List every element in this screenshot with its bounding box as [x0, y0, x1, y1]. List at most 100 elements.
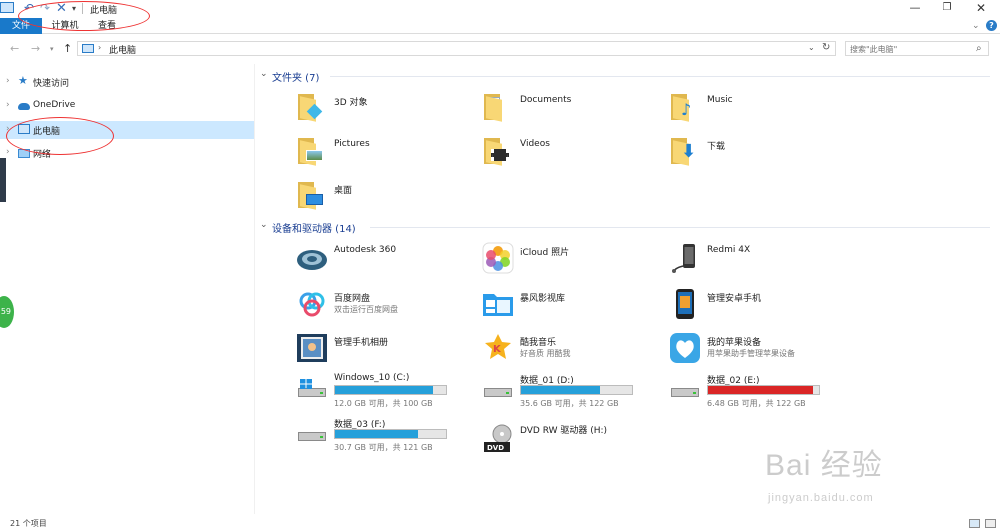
sidebar-item-label: 快速访问	[33, 79, 70, 89]
address-dropdown-icon[interactable]: ⌄	[808, 43, 815, 52]
3d-objects-folder-icon	[296, 94, 326, 122]
item-label: 酷我音乐	[520, 338, 557, 348]
baofeng-video-icon	[483, 294, 513, 316]
drive-usage-bar	[520, 385, 633, 395]
search-input[interactable]	[850, 43, 970, 55]
device-baofeng-video[interactable]: 暴风影视库	[482, 284, 662, 324]
item-label: iCloud 照片	[520, 248, 570, 258]
forward-button[interactable]: →	[31, 42, 40, 55]
item-label: Documents	[520, 95, 572, 105]
group-title: 设备和驱动器 (14)	[272, 224, 356, 235]
device-phone-album[interactable]: 管理手机相册	[296, 328, 476, 368]
svg-text:K: K	[493, 344, 502, 355]
kuwo-music-icon: K	[485, 334, 511, 359]
computer-icon	[82, 44, 94, 53]
drive-f[interactable]: 数据_03 (F:) 30.7 GB 可用，共 121 GB	[296, 414, 486, 454]
chevron-down-icon[interactable]: ⌄	[260, 69, 268, 79]
star-icon: ★	[18, 74, 28, 87]
drive-label: DVD RW 驱动器 (H:)	[520, 426, 608, 436]
folder-3d-objects[interactable]: 3D 对象	[296, 88, 476, 128]
folder-desktop[interactable]: 桌面	[296, 176, 476, 216]
drive-label: Windows_10 (C:)	[334, 373, 410, 383]
chevron-right-icon[interactable]: ›	[6, 100, 10, 110]
device-autodesk-360[interactable]: Autodesk 360	[296, 238, 476, 278]
address-bar[interactable]: › 此电脑 ⌄ ↻	[77, 41, 836, 56]
minimize-button[interactable]: —	[900, 1, 930, 15]
folder-pictures[interactable]: Pictures	[296, 132, 476, 172]
drive-usage-fill	[335, 386, 433, 394]
chevron-right-icon[interactable]: ›	[6, 147, 10, 157]
folder-videos[interactable]: Videos	[482, 132, 662, 172]
item-label: 3D 对象	[334, 98, 368, 108]
item-label: Videos	[520, 139, 550, 149]
devices-group-header[interactable]: ⌄ 设备和驱动器 (14)	[260, 220, 995, 235]
details-view-button[interactable]	[969, 519, 980, 528]
refresh-icon[interactable]: ↻	[822, 42, 830, 53]
sidebar-item-onedrive[interactable]: › OneDrive	[0, 97, 254, 115]
chevron-right-icon[interactable]: ›	[6, 76, 10, 86]
android-phone-icon	[676, 289, 694, 319]
device-icloud-photos[interactable]: iCloud 照片	[482, 238, 662, 278]
device-kuwo-music[interactable]: K 酷我音乐 好音质 用酷我	[482, 328, 662, 368]
pictures-folder-icon	[296, 138, 326, 166]
item-label: 桌面	[334, 186, 353, 196]
group-divider	[330, 76, 990, 77]
folder-documents[interactable]: Documents	[482, 88, 662, 128]
item-count: 21 个项目	[10, 519, 47, 528]
device-android-phone[interactable]: 管理安卓手机	[669, 284, 849, 324]
videos-folder-icon	[482, 138, 512, 166]
folder-downloads[interactable]: ⬇ 下载	[669, 132, 849, 172]
windows-drive-icon	[296, 379, 328, 398]
drive-free-space: 6.48 GB 可用，共 122 GB	[707, 399, 806, 408]
drive-e[interactable]: 数据_02 (E:) 6.48 GB 可用，共 122 GB	[669, 370, 859, 410]
folder-music[interactable]: ♪ Music	[669, 88, 849, 128]
annotation-circle	[18, 1, 150, 31]
item-label: Redmi 4X	[707, 245, 751, 255]
computer-icon	[0, 2, 14, 13]
cloud-icon	[18, 103, 30, 110]
hard-drive-icon	[296, 424, 328, 442]
folders-group-header[interactable]: ⌄ 文件夹 (7)	[260, 69, 995, 84]
group-divider	[370, 227, 990, 228]
item-description: 用苹果助手管理苹果设备	[707, 349, 795, 358]
large-icons-view-button[interactable]	[985, 519, 996, 528]
device-baidu-netdisk[interactable]: 百度网盘 双击运行百度网盘	[296, 284, 476, 324]
group-title: 文件夹 (7)	[272, 73, 320, 84]
device-redmi-4x[interactable]: Redmi 4X	[669, 238, 849, 278]
back-button[interactable]: ←	[10, 42, 19, 55]
documents-folder-icon	[482, 94, 512, 122]
recent-locations-icon[interactable]: ▾	[50, 45, 54, 53]
drive-usage-bar	[334, 385, 447, 395]
chevron-right-icon[interactable]: ›	[98, 43, 101, 52]
side-widget	[0, 158, 6, 202]
phone-album-icon	[297, 334, 327, 362]
drive-d[interactable]: 数据_01 (D:) 35.6 GB 可用，共 122 GB	[482, 370, 672, 410]
search-box[interactable]: ⌕	[845, 41, 989, 56]
help-icon[interactable]: ?	[986, 20, 997, 31]
svg-text:DVD: DVD	[487, 444, 504, 452]
dvd-drive-icon: DVD	[484, 424, 512, 452]
close-button[interactable]: ✕	[966, 1, 996, 15]
title-bar: ↶ ↷ ✕ ▾ 此电脑 — ❐ ✕	[0, 0, 1000, 18]
address-path[interactable]: 此电脑	[109, 43, 136, 56]
downloads-folder-icon: ⬇	[669, 138, 699, 166]
item-label: Autodesk 360	[334, 245, 397, 255]
search-icon[interactable]: ⌕	[976, 43, 982, 54]
chevron-down-icon[interactable]: ⌄	[260, 220, 268, 230]
up-button[interactable]: ↑	[63, 42, 72, 55]
device-apple-device[interactable]: 我的苹果设备 用苹果助手管理苹果设备	[669, 328, 849, 368]
item-description: 好音质 用酷我	[520, 349, 571, 358]
music-folder-icon: ♪	[669, 94, 699, 122]
drive-h[interactable]: DVD DVD RW 驱动器 (H:)	[482, 414, 672, 454]
ribbon: 文件 计算机 查看 ⌄ ?	[0, 18, 1000, 34]
drive-free-space: 30.7 GB 可用，共 121 GB	[334, 443, 433, 452]
maximize-button[interactable]: ❐	[932, 1, 962, 15]
drive-free-space: 12.0 GB 可用，共 100 GB	[334, 399, 433, 408]
watermark-logo: Bai 经验	[765, 449, 883, 482]
expand-ribbon-icon[interactable]: ⌄	[972, 21, 980, 31]
drive-c[interactable]: Windows_10 (C:) 12.0 GB 可用，共 100 GB	[296, 370, 486, 410]
sidebar-item-quick-access[interactable]: › ★ 快速访问	[0, 73, 254, 91]
autodesk-360-icon	[297, 250, 327, 270]
watermark-url: jingyan.baidu.com	[768, 492, 874, 504]
item-description: 双击运行百度网盘	[334, 305, 398, 314]
